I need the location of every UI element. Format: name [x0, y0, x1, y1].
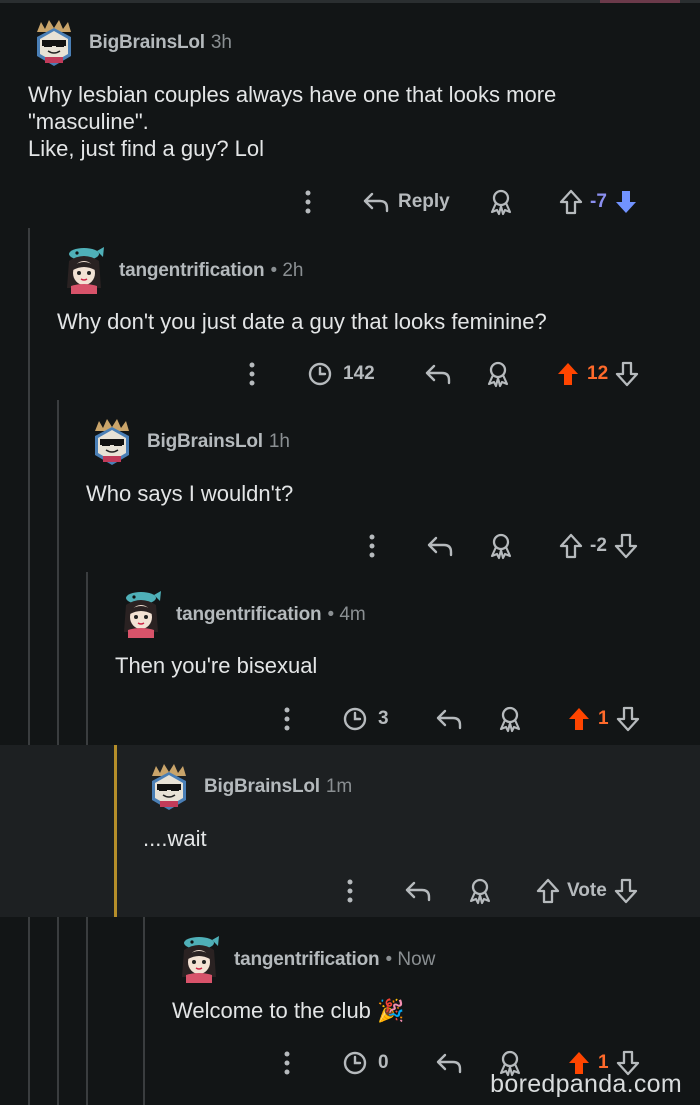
award-icon	[488, 532, 514, 560]
award-button[interactable]	[467, 871, 493, 911]
reply-button[interactable]: Reply	[362, 182, 450, 222]
comment-author[interactable]: tangentrification	[234, 949, 380, 971]
comment-body: Then you're bisexual	[115, 653, 318, 678]
comment-time: 3h	[210, 32, 232, 53]
reply-button[interactable]	[426, 526, 454, 566]
comment-author[interactable]: BigBrainsLol	[204, 776, 320, 798]
reply-icon	[435, 707, 463, 731]
reply-button[interactable]	[435, 1043, 463, 1083]
downvote-icon[interactable]	[613, 532, 639, 560]
vote-score: -2	[590, 535, 607, 556]
comment-time: 1h	[268, 431, 290, 452]
comment-body: Why lesbian couples always have one that…	[28, 82, 557, 161]
downvote-icon[interactable]	[615, 705, 641, 733]
top-divider	[0, 0, 700, 3]
comment-time: 1m	[325, 776, 353, 797]
award-icon	[485, 360, 511, 388]
reply-icon	[435, 1051, 463, 1075]
sunglasses-avatar[interactable]	[31, 18, 77, 68]
vote-label: Vote	[567, 880, 607, 901]
vote-score: 1	[598, 708, 609, 729]
awards-count[interactable]: 0	[342, 1043, 389, 1083]
more-icon	[344, 877, 356, 905]
more-options-button[interactable]	[366, 526, 378, 566]
award-button[interactable]	[485, 354, 511, 394]
upvote-icon[interactable]	[555, 360, 581, 388]
upvote-icon[interactable]	[558, 532, 584, 560]
reply-button[interactable]	[424, 354, 452, 394]
more-options-button[interactable]	[344, 871, 356, 911]
sunglasses-avatar[interactable]	[89, 417, 135, 467]
more-options-button[interactable]	[281, 1043, 293, 1083]
comment-time: • 2h	[270, 260, 304, 281]
reply-icon	[424, 362, 452, 386]
comment-time: • 4m	[327, 604, 366, 625]
award-button[interactable]	[488, 526, 514, 566]
award-icon	[467, 877, 493, 905]
clock-icon	[342, 706, 368, 732]
sunglasses-avatar[interactable]	[146, 762, 192, 812]
more-icon	[366, 532, 378, 560]
comment-body: Welcome to the club 🎉	[172, 998, 405, 1023]
more-options-button[interactable]	[302, 182, 314, 222]
award-button[interactable]	[497, 699, 523, 739]
downvote-icon[interactable]	[613, 188, 639, 216]
watermark: boredpanda.com	[490, 1070, 682, 1098]
upvote-icon[interactable]	[535, 877, 561, 905]
comment-author[interactable]: BigBrainsLol	[147, 431, 263, 453]
downvote-icon[interactable]	[614, 360, 640, 388]
fish-hat-avatar[interactable]	[118, 590, 164, 640]
comment-time: • Now	[385, 949, 436, 970]
awards-count[interactable]: 142	[307, 354, 375, 394]
vote-score: 12	[587, 363, 609, 384]
reply-label: Reply	[398, 191, 450, 212]
comment-body: Who says I wouldn't?	[86, 481, 294, 506]
reply-button[interactable]	[435, 699, 463, 739]
award-button[interactable]	[488, 182, 514, 222]
vote-score: -7	[590, 191, 607, 212]
reply-icon	[404, 879, 432, 903]
fish-hat-avatar[interactable]	[61, 246, 107, 296]
upvote-icon[interactable]	[566, 705, 592, 733]
reply-icon	[426, 534, 454, 558]
award-icon	[497, 705, 523, 733]
fish-hat-avatar[interactable]	[176, 935, 222, 985]
more-icon	[246, 360, 258, 388]
downvote-icon[interactable]	[613, 877, 639, 905]
clock-icon	[307, 361, 333, 387]
award-icon	[488, 188, 514, 216]
reply-icon	[362, 190, 390, 214]
more-icon	[281, 1049, 293, 1077]
awards-count[interactable]: 3	[342, 699, 389, 739]
comment-body: ....wait	[143, 826, 207, 851]
comment-author[interactable]: BigBrainsLol	[89, 32, 205, 54]
reply-button[interactable]	[404, 871, 432, 911]
more-icon	[302, 188, 314, 216]
more-icon	[281, 705, 293, 733]
comment-author[interactable]: tangentrification	[119, 260, 265, 282]
comment-body: Why don't you just date a guy that looks…	[57, 309, 547, 334]
clock-icon	[342, 1050, 368, 1076]
more-options-button[interactable]	[281, 699, 293, 739]
upvote-icon[interactable]	[558, 188, 584, 216]
more-options-button[interactable]	[246, 354, 258, 394]
comment-author[interactable]: tangentrification	[176, 604, 322, 626]
